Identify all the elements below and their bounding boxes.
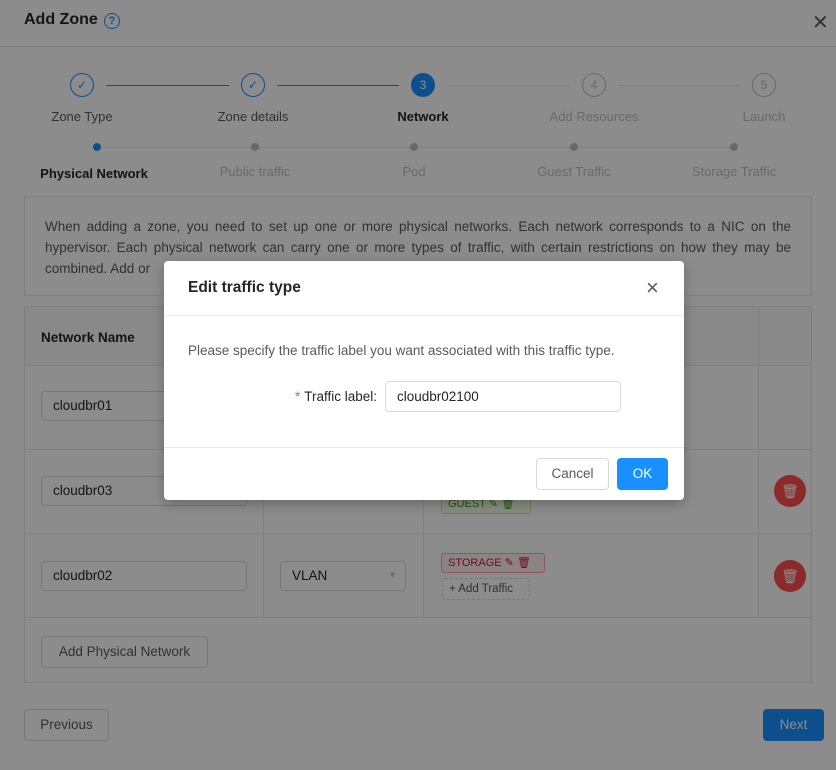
- modal-header-divider: [164, 315, 684, 316]
- modal-description: Please specify the traffic label you wan…: [188, 343, 615, 358]
- cancel-button[interactable]: Cancel: [536, 458, 609, 490]
- close-icon[interactable]: ×: [646, 275, 659, 301]
- ok-button[interactable]: OK: [617, 458, 668, 490]
- modal-footer-divider: [164, 447, 684, 448]
- traffic-label-field-label: * Traffic label:: [284, 389, 377, 404]
- modal-title: Edit traffic type: [188, 279, 301, 296]
- traffic-label-input[interactable]: cloudbr02100: [385, 381, 621, 412]
- traffic-label-text: Traffic label:: [304, 389, 377, 404]
- edit-traffic-type-modal: Edit traffic type × Please specify the t…: [164, 261, 684, 500]
- required-mark: *: [294, 389, 301, 404]
